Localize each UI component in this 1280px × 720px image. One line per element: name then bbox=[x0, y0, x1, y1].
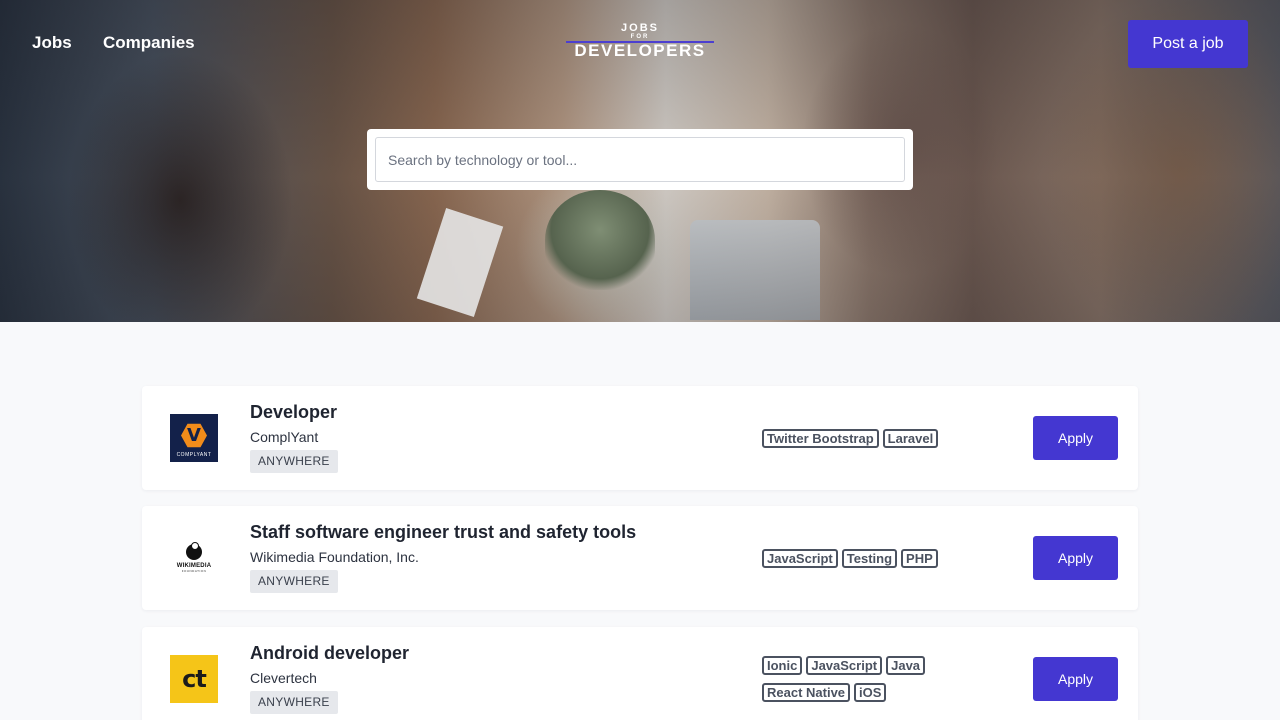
location-badge: ANYWHERE bbox=[250, 450, 338, 473]
site-logo[interactable]: JOBS FOR DEVELOPERS bbox=[566, 22, 714, 70]
tag-list: Ionic JavaScript Java React Native iOS bbox=[762, 656, 982, 702]
tag-list: JavaScript Testing PHP bbox=[762, 549, 982, 568]
complyant-logo-caption: COMPLYANT bbox=[176, 451, 212, 458]
company-name: Clevertech bbox=[250, 670, 317, 686]
apply-button[interactable]: Apply bbox=[1033, 416, 1118, 460]
logo-line-developers: DEVELOPERS bbox=[574, 41, 706, 60]
apply-button[interactable]: Apply bbox=[1033, 536, 1118, 580]
tag[interactable]: Ionic bbox=[762, 656, 803, 675]
hero-photo-plant bbox=[545, 190, 655, 290]
logo-underline bbox=[566, 41, 714, 43]
job-title[interactable]: Developer bbox=[250, 402, 337, 423]
post-job-button[interactable]: Post a job bbox=[1128, 20, 1248, 68]
tag[interactable]: PHP bbox=[901, 549, 938, 568]
tag[interactable]: Twitter Bootstrap bbox=[762, 429, 879, 448]
logo-line-for: FOR bbox=[630, 34, 650, 40]
logo-line-jobs: JOBS bbox=[621, 22, 659, 34]
hero-banner: Jobs Companies JOBS FOR DEVELOPERS Post … bbox=[0, 0, 1280, 322]
job-title[interactable]: Staff software engineer trust and safety… bbox=[250, 522, 636, 543]
apply-button[interactable]: Apply bbox=[1033, 657, 1118, 701]
search-box bbox=[367, 129, 913, 190]
job-title[interactable]: Android developer bbox=[250, 643, 409, 664]
wikimedia-logo-icon: WIKIMEDIA FOUNDATION bbox=[170, 534, 218, 582]
tag-list: Twitter Bootstrap Laravel bbox=[762, 429, 982, 448]
tag[interactable]: Laravel bbox=[882, 429, 939, 448]
location-badge: ANYWHERE bbox=[250, 570, 338, 593]
hero-photo-tablet bbox=[416, 208, 504, 317]
search-input[interactable] bbox=[375, 137, 905, 182]
job-card[interactable]: WIKIMEDIA FOUNDATION Staff software engi… bbox=[142, 506, 1138, 610]
location-badge: ANYWHERE bbox=[250, 691, 338, 714]
complyant-logo-icon: V COMPLYANT bbox=[170, 414, 218, 462]
wikimedia-logo-mark bbox=[186, 541, 202, 560]
job-card[interactable]: V COMPLYANT Developer ComplYant ANYWHERE… bbox=[142, 386, 1138, 490]
job-card[interactable]: ct Android developer Clevertech ANYWHERE… bbox=[142, 627, 1138, 720]
clevertech-logo-icon: ct bbox=[170, 655, 218, 703]
tag[interactable]: React Native bbox=[762, 683, 851, 702]
tag[interactable]: JavaScript bbox=[762, 549, 838, 568]
tag[interactable]: Testing bbox=[841, 549, 898, 568]
company-name: ComplYant bbox=[250, 429, 319, 445]
nav-link-jobs[interactable]: Jobs bbox=[32, 33, 72, 53]
tag[interactable]: JavaScript bbox=[806, 656, 883, 675]
company-name: Wikimedia Foundation, Inc. bbox=[250, 549, 419, 565]
tag[interactable]: Java bbox=[886, 656, 926, 675]
nav-link-companies[interactable]: Companies bbox=[103, 33, 195, 53]
complyant-logo-mark: V bbox=[181, 423, 207, 448]
wikimedia-logo-subcaption: FOUNDATION bbox=[181, 568, 207, 573]
hero-photo-laptop bbox=[690, 220, 820, 320]
tag[interactable]: iOS bbox=[854, 683, 887, 702]
